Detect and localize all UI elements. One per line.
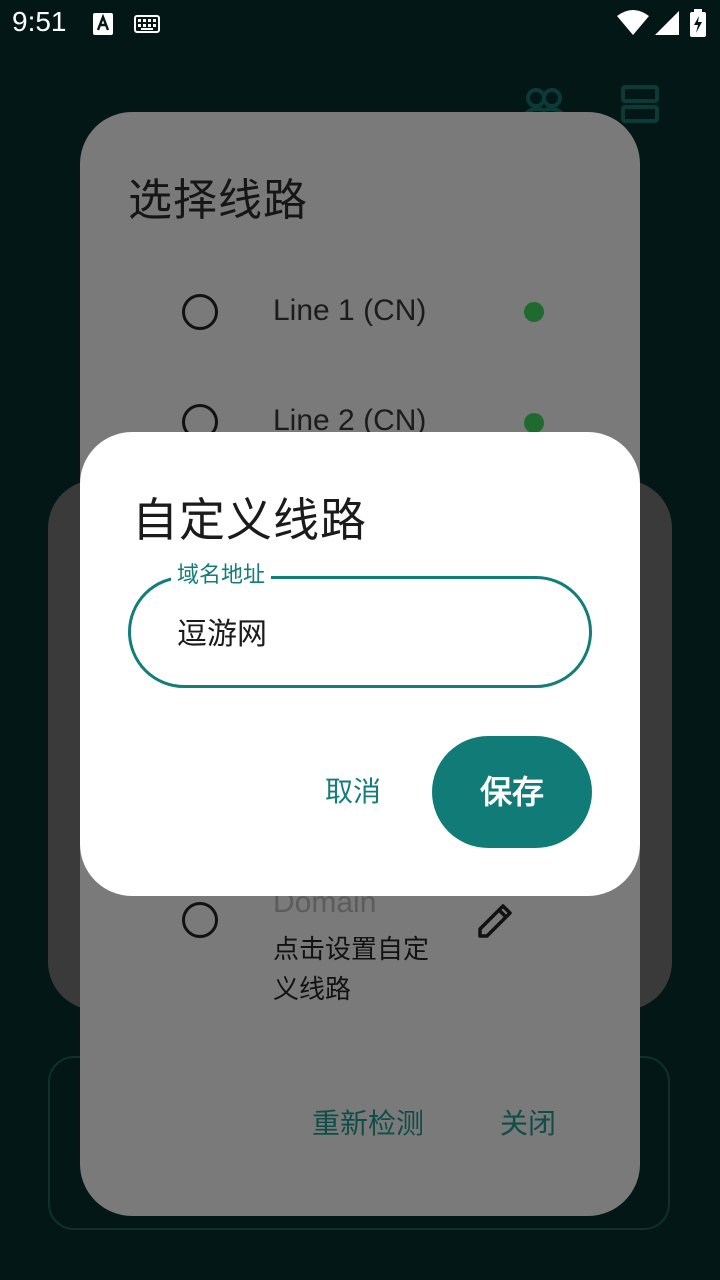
custom-dialog-title: 自定义线路 (132, 493, 367, 547)
screen: 9:51 选择线路 Line 1 (CN) Line 2 (CN) Domain… (0, 0, 720, 1280)
battery-icon (690, 9, 706, 37)
status-time: 9:51 (12, 6, 67, 37)
edit-pencil-icon[interactable] (476, 900, 516, 940)
keyboard-icon (134, 15, 160, 33)
route-dialog-title: 选择线路 (128, 175, 308, 226)
domain-radio[interactable] (182, 902, 218, 938)
save-button[interactable]: 保存 (432, 736, 592, 848)
line-2-status-dot (524, 413, 544, 433)
font-a-icon (93, 13, 113, 35)
signal-icon (655, 11, 679, 35)
line-1-status-dot (524, 302, 544, 322)
domain-address-field[interactable]: 域名地址 (128, 557, 592, 688)
line-1-radio[interactable] (182, 294, 218, 330)
domain-address-input[interactable] (177, 611, 557, 651)
line-1-label[interactable]: Line 1 (CN) (273, 294, 426, 328)
status-bar: 9:51 (0, 0, 720, 48)
server-icon[interactable] (620, 84, 660, 124)
domain-address-label: 域名地址 (171, 557, 272, 589)
close-button[interactable]: 关闭 (500, 1102, 556, 1142)
custom-route-dialog: 自定义线路 域名地址 取消 保存 (80, 432, 640, 896)
cancel-button[interactable]: 取消 (308, 762, 398, 822)
domain-hint[interactable]: 点击设置自定义线路 (273, 930, 433, 1010)
recheck-button[interactable]: 重新检测 (312, 1102, 424, 1142)
wifi-icon (617, 10, 649, 35)
